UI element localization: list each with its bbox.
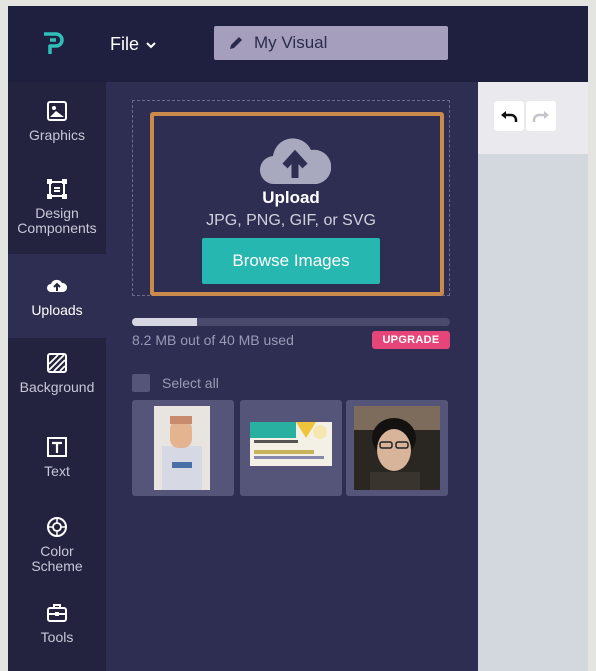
sidebar-item-label: Background (19, 379, 95, 395)
chevron-down-icon (146, 41, 156, 48)
background-icon (47, 353, 67, 373)
sidebar-item-label: Design Components (17, 205, 97, 236)
upgrade-button[interactable]: UPGRADE (372, 331, 450, 349)
uploads-panel: Upload JPG, PNG, GIF, or SVG Browse Imag… (106, 82, 478, 671)
storage-usage-fill (132, 318, 198, 326)
redo-icon (532, 111, 549, 122)
file-menu[interactable]: File (110, 34, 157, 55)
select-all-label: Select all (162, 375, 219, 391)
canvas-area[interactable] (478, 82, 588, 671)
undo-button[interactable] (494, 101, 524, 131)
toolbox-icon (47, 604, 67, 622)
canvas-toolbar (478, 82, 588, 154)
top-bar: File My Visual (8, 6, 588, 82)
upload-title: Upload (262, 188, 320, 207)
sidebar-item-label: Uploads (31, 301, 83, 318)
document-title-field[interactable]: My Visual (214, 26, 448, 60)
sidebar-item-design-components[interactable]: Design Components (8, 178, 106, 244)
components-icon (47, 179, 67, 199)
storage-usage-text: 8.2 MB out of 40 MB used (132, 332, 294, 348)
app-window: File My Visual Graphics Design Component… (8, 6, 588, 671)
sidebar-item-graphics[interactable]: Graphics (8, 100, 106, 154)
text-icon (47, 437, 67, 457)
redo-button[interactable] (526, 101, 556, 131)
sidebar-item-text[interactable]: Text (8, 436, 106, 490)
select-all-checkbox[interactable]: Select all (132, 374, 219, 392)
sidebar-item-tools[interactable]: Tools (8, 602, 106, 656)
person-photo-image (154, 406, 210, 490)
person-photo-image (354, 406, 440, 490)
browse-images-button[interactable]: Browse Images (202, 238, 380, 284)
checkbox-icon (132, 374, 150, 392)
sidebar-item-color-scheme[interactable]: Color Scheme (8, 516, 106, 578)
banner-image (250, 422, 332, 466)
sidebar-item-uploads[interactable]: Uploads (8, 254, 106, 338)
uploaded-image-thumbnail[interactable] (132, 400, 234, 496)
sidebar-item-label: Graphics (28, 127, 86, 143)
upload-formats: JPG, PNG, GIF, or SVG (206, 212, 376, 229)
app-logo-icon[interactable] (40, 30, 68, 58)
uploaded-image-thumbnail[interactable] (346, 400, 448, 496)
sidebar-item-background[interactable]: Background (8, 352, 106, 406)
undo-icon (501, 111, 518, 122)
document-title: My Visual (254, 33, 328, 52)
sidebar: Graphics Design Components Uploads Backg… (8, 82, 106, 671)
sidebar-item-label: Color Scheme (31, 543, 83, 574)
pencil-icon (230, 37, 242, 49)
cloud-upload-icon (47, 279, 68, 292)
uploaded-image-thumbnail[interactable] (240, 400, 342, 496)
image-icon (47, 101, 67, 121)
storage-usage-bar (132, 318, 450, 326)
file-menu-label: File (110, 34, 140, 54)
cloud-upload-icon (259, 138, 331, 185)
palette-icon (47, 517, 67, 537)
sidebar-item-label: Text (44, 463, 70, 479)
sidebar-item-label: Tools (40, 629, 74, 645)
